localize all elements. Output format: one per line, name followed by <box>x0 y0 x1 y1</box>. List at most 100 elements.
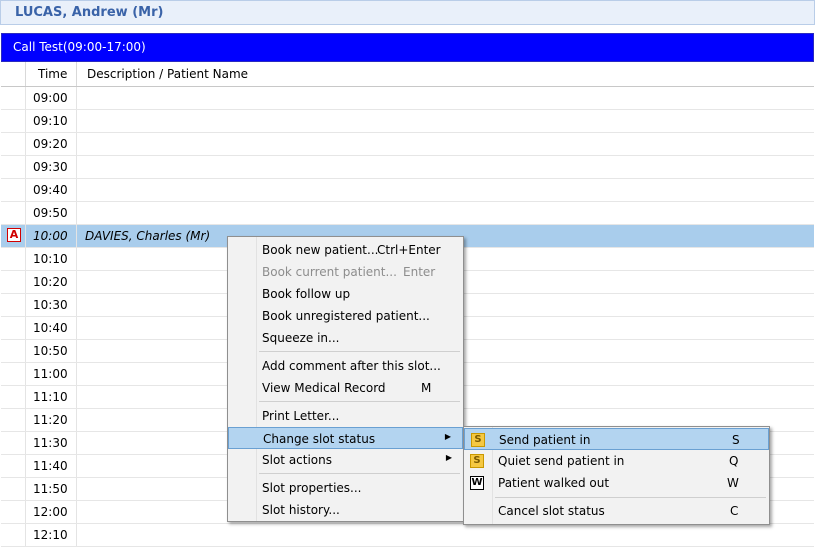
menu-item-add-comment[interactable]: Add comment after this slot... <box>228 355 463 377</box>
column-header: Time Description / Patient Name <box>1 62 814 87</box>
slot-marker <box>1 294 26 316</box>
menu-item-slot-actions[interactable]: Slot actions ▶ <box>228 449 463 471</box>
slot-marker <box>1 501 26 523</box>
menu-separator <box>495 497 766 498</box>
slot-marker <box>1 455 26 477</box>
slot-time: 09:20 <box>33 137 68 151</box>
marker-column-header <box>1 62 26 86</box>
menu-item-shortcut: W <box>727 476 739 490</box>
slot-marker <box>1 248 26 270</box>
slot-time: 10:10 <box>33 252 68 266</box>
send-in-status-icon: S <box>470 454 484 468</box>
slot-row[interactable]: 09:20 <box>1 133 814 156</box>
submenu-arrow-icon: ▶ <box>444 432 451 441</box>
walked-out-status-icon: W <box>470 476 484 490</box>
menu-item-slot-properties[interactable]: Slot properties... <box>228 477 463 499</box>
menu-item-slot-history[interactable]: Slot history... <box>228 499 463 521</box>
slot-row[interactable]: 09:40 <box>1 179 814 202</box>
slot-patient-name: DAVIES, Charles (Mr) <box>85 229 211 243</box>
slot-marker <box>1 110 26 132</box>
menu-item-shortcut: Enter <box>403 265 436 279</box>
slot-marker <box>1 87 26 109</box>
menu-separator <box>259 401 460 402</box>
slot-time: 10:40 <box>33 321 68 335</box>
slot-marker <box>1 156 26 178</box>
patient-name: LUCAS, Andrew (Mr) <box>15 5 164 20</box>
menu-item-label: Add comment after this slot... <box>262 359 441 373</box>
slot-marker <box>1 179 26 201</box>
menu-item-label: Slot actions <box>262 453 333 467</box>
menu-item-label: Book unregistered patient... <box>262 309 430 323</box>
menu-item-cancel-slot-status[interactable]: Cancel slot status C <box>464 500 769 522</box>
slot-marker <box>1 386 26 408</box>
slot-time: 10:30 <box>33 298 68 312</box>
slot-time: 11:30 <box>33 436 68 450</box>
menu-item-label: Book current patient... <box>262 265 397 279</box>
menu-item-label: Squeeze in... <box>262 331 340 345</box>
menu-item-book-current-patient[interactable]: Book current patient... Enter <box>228 261 463 283</box>
menu-item-send-patient-in[interactable]: S Send patient in S <box>464 428 769 450</box>
slot-marker <box>1 340 26 362</box>
session-title: Call Test(09:00-17:00) <box>13 40 146 54</box>
menu-separator <box>259 473 460 474</box>
slot-time: 09:40 <box>33 183 68 197</box>
menu-item-label: Change slot status <box>263 432 376 446</box>
menu-item-print-letter[interactable]: Print Letter... <box>228 405 463 427</box>
menu-item-label: Slot history... <box>262 503 340 517</box>
menu-item-book-follow-up[interactable]: Book follow up <box>228 283 463 305</box>
menu-item-quiet-send-patient-in[interactable]: S Quiet send patient in Q <box>464 450 769 472</box>
arrived-status-icon: A <box>7 228 21 242</box>
menu-item-label: Send patient in <box>499 433 591 447</box>
slot-time: 09:10 <box>33 114 68 128</box>
slot-row[interactable]: 12:10 <box>1 524 814 547</box>
menu-item-label: Quiet send patient in <box>498 454 625 468</box>
slot-row[interactable]: 09:10 <box>1 110 814 133</box>
slot-time: 11:00 <box>33 367 68 381</box>
menu-item-book-new-patient[interactable]: Book new patient... Ctrl+Enter <box>228 239 463 261</box>
menu-item-label: Patient walked out <box>498 476 610 490</box>
slot-time: 10:00 <box>33 229 68 243</box>
patient-header: LUCAS, Andrew (Mr) <box>0 0 815 25</box>
slot-time: 09:30 <box>33 160 68 174</box>
slot-row[interactable]: 09:30 <box>1 156 814 179</box>
slot-status-submenu: S Send patient in S S Quiet send patient… <box>463 426 770 525</box>
slot-marker <box>1 524 26 546</box>
menu-item-patient-walked-out[interactable]: W Patient walked out W <box>464 472 769 494</box>
menu-item-label: Book follow up <box>262 287 351 301</box>
slot-time: 11:10 <box>33 390 68 404</box>
slot-time: 10:50 <box>33 344 68 358</box>
slot-row[interactable]: 09:50 <box>1 202 814 225</box>
slot-time: 11:50 <box>33 482 68 496</box>
menu-item-squeeze-in[interactable]: Squeeze in... <box>228 327 463 349</box>
slot-time: 09:00 <box>33 91 68 105</box>
send-in-status-icon: S <box>471 433 485 447</box>
menu-item-shortcut: Q <box>729 454 739 468</box>
slot-time: 12:10 <box>33 528 68 542</box>
slot-marker <box>1 432 26 454</box>
menu-item-view-medical-record[interactable]: View Medical Record M <box>228 377 463 399</box>
menu-item-shortcut: S <box>732 433 740 447</box>
menu-item-shortcut: C <box>730 504 739 518</box>
slot-marker <box>1 271 26 293</box>
slot-marker <box>1 317 26 339</box>
slot-time: 12:00 <box>33 505 68 519</box>
slot-marker: A <box>1 225 26 247</box>
menu-item-shortcut: M <box>421 381 432 395</box>
menu-item-label: Slot properties... <box>262 481 362 495</box>
session-header[interactable]: Call Test(09:00-17:00) <box>1 33 814 62</box>
menu-item-change-slot-status[interactable]: Change slot status ▶ <box>228 427 463 449</box>
slot-row[interactable]: 09:00 <box>1 87 814 110</box>
menu-item-label: Print Letter... <box>262 409 340 423</box>
slot-marker <box>1 478 26 500</box>
description-column-header[interactable]: Description / Patient Name <box>87 67 248 81</box>
slot-time: 11:20 <box>33 413 68 427</box>
slot-time: 11:40 <box>33 459 68 473</box>
slot-marker <box>1 409 26 431</box>
slot-marker <box>1 202 26 224</box>
menu-item-label: View Medical Record <box>262 381 386 395</box>
menu-item-book-unregistered-patient[interactable]: Book unregistered patient... <box>228 305 463 327</box>
slot-marker <box>1 363 26 385</box>
time-column-header[interactable]: Time <box>38 67 67 81</box>
menu-item-label: Book new patient... <box>262 243 379 257</box>
slot-context-menu: Book new patient... Ctrl+Enter Book curr… <box>227 236 464 522</box>
